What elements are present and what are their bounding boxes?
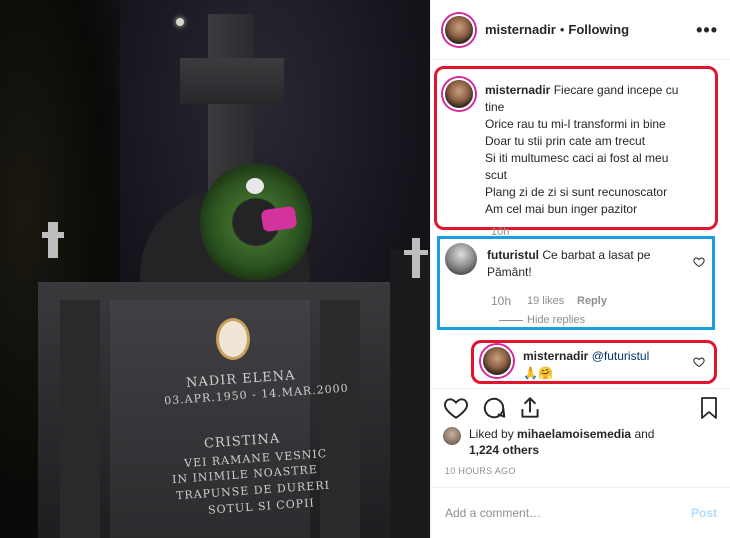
caption-line-6: scut <box>485 168 508 182</box>
comment-text-1: Ce barbat a lasat pe <box>542 248 651 262</box>
add-comment-bar: Add a comment… Post <box>431 487 730 538</box>
post-timestamp[interactable]: 10 HOURS AGO <box>445 466 516 476</box>
reply-mention[interactable]: @futuristul <box>592 349 650 363</box>
moon <box>176 18 184 26</box>
caption-username[interactable]: misternadir <box>485 83 550 97</box>
add-comment-input[interactable]: Add a comment… <box>445 506 541 520</box>
action-bar <box>431 395 730 425</box>
header-separator: • <box>559 22 565 37</box>
avatar[interactable] <box>443 13 475 46</box>
liked-user[interactable]: mihaelamoisemedia <box>517 427 631 441</box>
small-heart-icon[interactable] <box>693 256 705 268</box>
hide-replies-button[interactable]: Hide replies <box>499 314 585 326</box>
caption-line-3: Orice rau tu mi-l transformi in bine <box>485 117 666 131</box>
comment-time[interactable]: 10h <box>491 294 511 308</box>
pink-ribbon <box>260 205 298 233</box>
more-icon[interactable]: ••• <box>696 21 718 39</box>
liked-by: Liked by mihaelamoisemedia and 1,224 oth… <box>443 426 709 458</box>
small-heart-icon[interactable] <box>693 356 705 368</box>
post-photo[interactable]: NADIR ELENA 03.APR.1950 - 14.MAR.2000 CR… <box>0 0 430 538</box>
following-button[interactable]: Following <box>568 22 629 37</box>
stone-cross-arm <box>180 58 284 104</box>
background-fence <box>390 250 430 538</box>
liker-avatar[interactable] <box>443 427 461 445</box>
caption-line-1: Fiecare gand incepe cu <box>553 83 679 97</box>
comment-futuristul: futuristul Ce barbat a lasat pe Pământ! <box>445 243 695 281</box>
comment-text-2: Pământ! <box>487 265 532 279</box>
hide-replies-label[interactable]: Hide replies <box>527 314 585 326</box>
caption-line-5: Si iti multumesc caci ai fost al meu <box>485 151 669 165</box>
reply-username[interactable]: misternadir <box>523 349 588 363</box>
header-username[interactable]: misternadir <box>485 22 556 37</box>
caption-line-7: Plang zi de zi si sunt recunoscator <box>485 185 668 199</box>
comment-likes[interactable]: 19 likes <box>527 295 564 307</box>
reply-emoji: 🙏🤗 <box>523 366 553 380</box>
small-cross-left-arm <box>42 232 64 238</box>
liked-others[interactable]: 1,224 others <box>469 443 539 457</box>
comment-avatar[interactable] <box>445 243 477 275</box>
post-button[interactable]: Post <box>691 506 717 520</box>
white-flower <box>246 178 264 194</box>
comment-icon[interactable] <box>481 395 507 421</box>
hide-replies-line <box>499 319 523 321</box>
small-cross-left <box>48 222 58 258</box>
bookmark-icon[interactable] <box>697 395 721 421</box>
memorial-portrait <box>216 318 250 360</box>
caption-line-2: tine <box>485 100 505 114</box>
caption-avatar[interactable] <box>443 78 475 110</box>
slab-column-right <box>320 300 360 538</box>
post-header: misternadir • Following ••• <box>431 0 730 60</box>
liked-conj: and <box>634 427 655 441</box>
comment-username[interactable]: futuristul <box>487 248 539 262</box>
reply-button[interactable]: Reply <box>577 295 607 307</box>
share-icon[interactable] <box>517 395 543 421</box>
caption-line-4: Doar tu stii prin cate am trecut <box>485 134 646 148</box>
caption: misternadir Fiecare gand incepe cu tine … <box>443 78 713 218</box>
reply-avatar[interactable] <box>481 345 513 377</box>
post-side-panel: misternadir • Following ••• misternadir … <box>430 0 730 538</box>
heart-icon[interactable] <box>443 395 469 421</box>
small-cross-right <box>412 238 420 278</box>
slab-column-left <box>60 300 100 538</box>
liked-prefix: Liked by <box>469 427 514 441</box>
divider <box>431 388 730 389</box>
small-cross-right-arm <box>404 250 428 255</box>
caption-line-8: Am cel mai bun inger pazitor <box>485 202 638 216</box>
reply-misternadir: misternadir @futuristul 🙏🤗 <box>481 345 701 382</box>
